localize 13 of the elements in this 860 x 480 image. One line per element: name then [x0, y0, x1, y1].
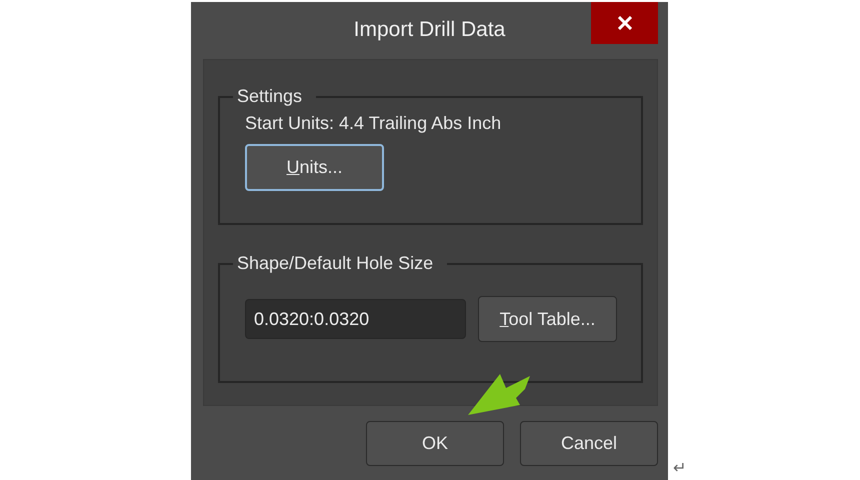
close-button[interactable]: [591, 2, 658, 44]
ok-button[interactable]: OK: [366, 421, 504, 466]
group-label: Shape/Default Hole Size: [236, 253, 434, 274]
paragraph-mark: ↵: [673, 458, 686, 477]
tool-table-button[interactable]: Tool Table...: [478, 296, 617, 342]
pointer-arrow: [468, 374, 530, 415]
window-title: Import Drill Data: [354, 18, 506, 42]
group-label: Settings: [236, 86, 304, 107]
units-button[interactable]: Units...: [245, 144, 384, 191]
units-label: Start Units: 4.4 Trailing Abs Inch: [245, 113, 502, 134]
cancel-button[interactable]: Cancel: [520, 421, 658, 466]
close-icon: [618, 16, 632, 30]
hole-size-field[interactable]: 0.0320:0.0320: [245, 299, 466, 339]
